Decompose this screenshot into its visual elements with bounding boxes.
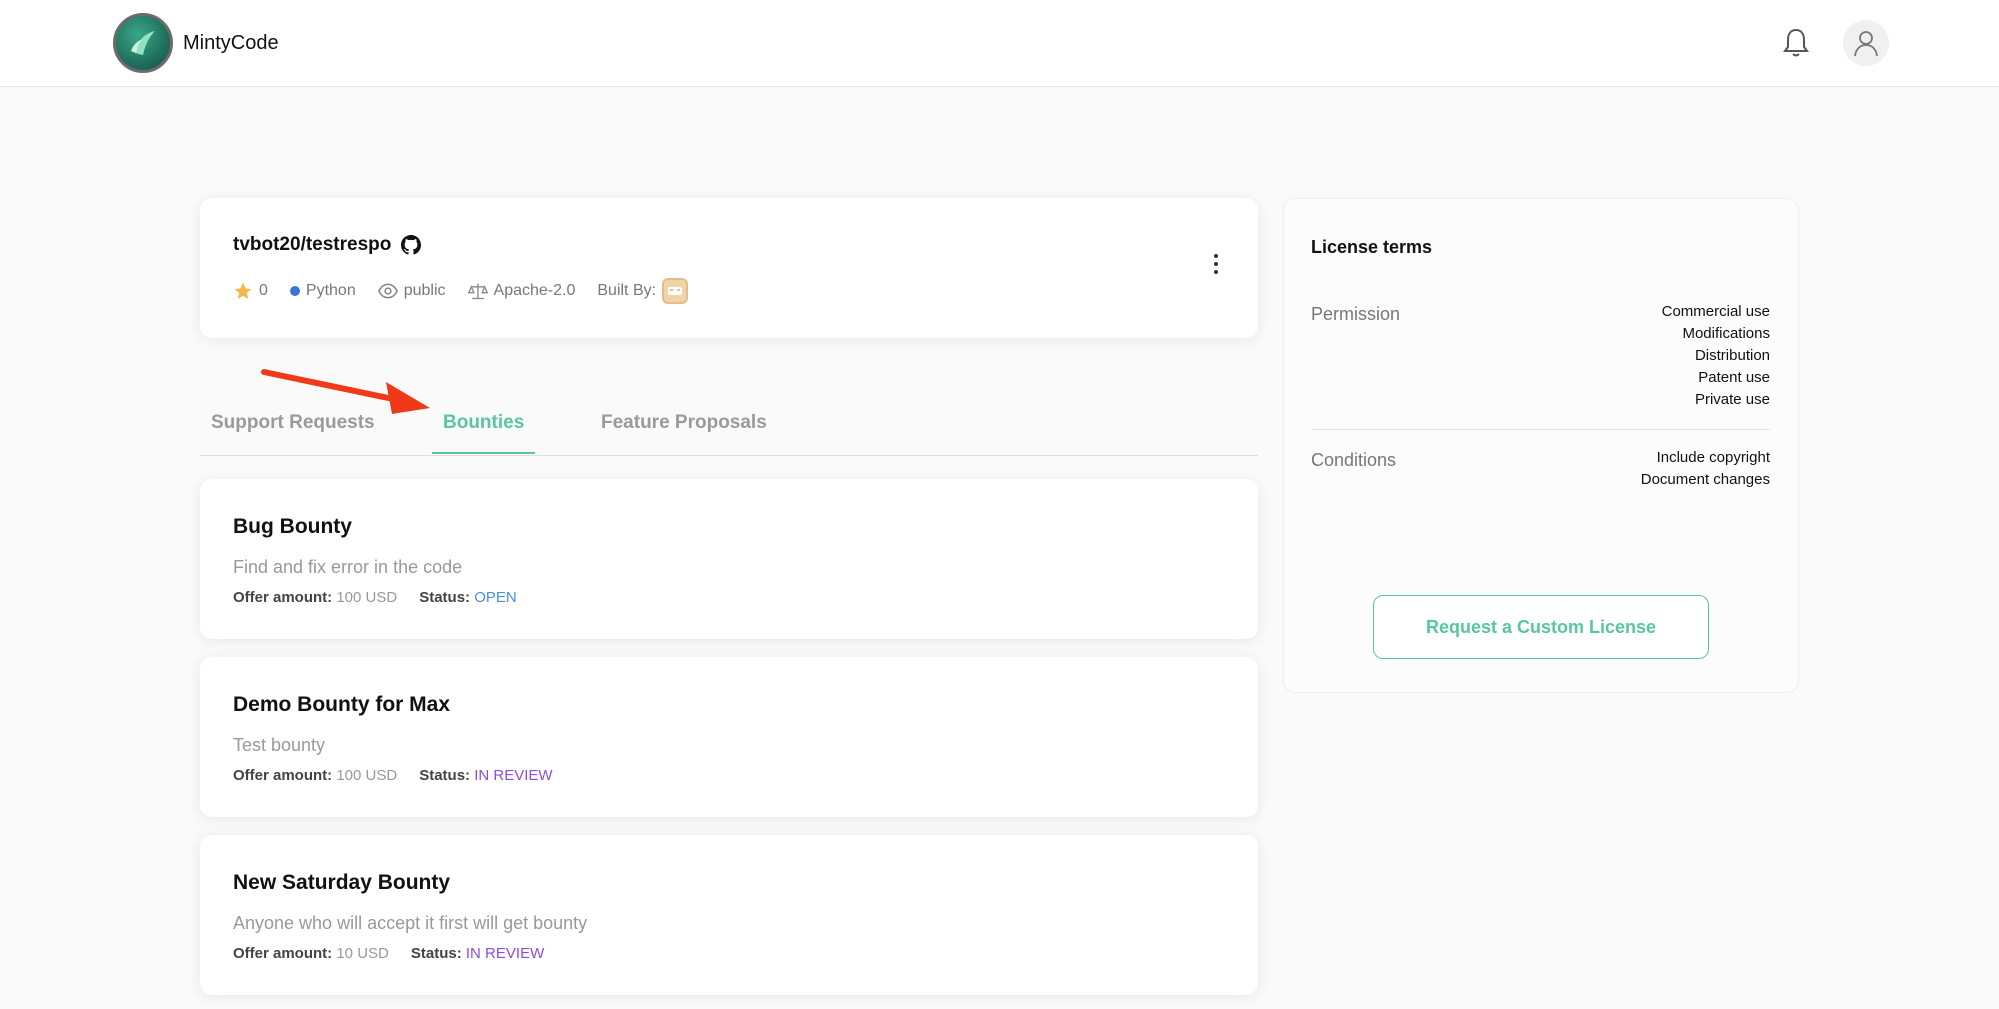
status-badge: IN REVIEW	[474, 767, 553, 784]
status-badge: OPEN	[474, 589, 517, 606]
conditions-label: Conditions	[1311, 450, 1397, 470]
permission-item: Modifications	[1682, 325, 1770, 342]
built-by-label: Built By:	[597, 282, 657, 299]
offer-amount: 10 USD	[336, 945, 389, 962]
bounty-description: Test bounty	[233, 735, 326, 755]
tab-feature-proposals[interactable]: Feature Proposals	[590, 402, 778, 452]
divider	[1311, 429, 1770, 430]
brand[interactable]: MintyCode	[113, 13, 279, 73]
github-icon[interactable]	[401, 235, 422, 255]
offer-amount: 100 USD	[336, 589, 398, 606]
repo-card: tvbot20/testrespo 0 Python public Apache…	[200, 198, 1258, 338]
status-badge: IN REVIEW	[465, 945, 545, 962]
status-label: Status:	[410, 945, 462, 962]
bounty-card[interactable]: New Saturday Bounty Anyone who will acce…	[200, 835, 1258, 995]
permission-item: Patent use	[1698, 369, 1770, 386]
tab-bounties[interactable]: Bounties	[432, 402, 536, 454]
status-label: Status:	[419, 767, 471, 784]
license-meta: Apache-2.0	[467, 281, 576, 301]
scale-icon	[467, 283, 488, 300]
bounty-card[interactable]: Demo Bounty for Max Test bounty Offer am…	[200, 657, 1258, 817]
user-avatar-icon[interactable]	[1843, 20, 1889, 66]
offer-label: Offer amount:	[233, 945, 333, 962]
visibility-label: public	[403, 282, 446, 299]
visibility: public	[377, 281, 446, 301]
repo-name[interactable]: tvbot20/testrespo	[233, 234, 391, 256]
top-header: MintyCode	[0, 0, 1999, 87]
bounty-description: Anyone who will accept it first will get…	[233, 913, 588, 933]
eye-icon	[377, 283, 398, 299]
stars: 0	[233, 281, 268, 301]
condition-item: Include copyright	[1656, 449, 1770, 466]
app-name: MintyCode	[183, 31, 279, 54]
bounty-title[interactable]: New Saturday Bounty	[233, 871, 450, 895]
permission-label: Permission	[1311, 304, 1401, 324]
built-by: Built By:	[597, 278, 689, 304]
annotation-arrow-icon	[261, 369, 430, 414]
permission-item: Commercial use	[1661, 303, 1770, 320]
license-title: License terms	[1311, 237, 1433, 257]
language-label: Python	[305, 282, 356, 299]
repo-meta: 0 Python public Apache-2.0 Built By:	[233, 278, 710, 304]
bounty-meta: Offer amount: 100 USD Status: OPEN	[233, 589, 517, 606]
bounty-card[interactable]: Bug Bounty Find and fix error in the cod…	[200, 479, 1258, 639]
notification-bell-icon[interactable]	[1781, 26, 1811, 58]
offer-label: Offer amount:	[233, 589, 333, 606]
permission-item: Distribution	[1694, 347, 1770, 364]
permission-item: Private use	[1694, 391, 1770, 408]
bounty-title[interactable]: Demo Bounty for Max	[233, 693, 450, 717]
bounty-title[interactable]: Bug Bounty	[233, 515, 352, 539]
repo-title: tvbot20/testrespo	[233, 234, 422, 256]
star-icon	[234, 282, 252, 299]
bounty-meta: Offer amount: 100 USD Status: IN REVIEW	[233, 767, 553, 784]
condition-item: Document changes	[1640, 471, 1770, 488]
bounty-meta: Offer amount: 10 USD Status: IN REVIEW	[233, 945, 544, 962]
offer-label: Offer amount:	[233, 767, 333, 784]
license-card: License terms Permission Commercial use …	[1283, 198, 1799, 693]
request-custom-license-button[interactable]: Request a Custom License	[1373, 595, 1709, 659]
builder-avatar-icon[interactable]	[662, 278, 689, 304]
offer-amount: 100 USD	[336, 767, 398, 784]
permission-list: Commercial use Modifications Distributio…	[1662, 301, 1770, 411]
bounty-description: Find and fix error in the code	[233, 557, 463, 577]
star-count: 0	[259, 282, 268, 299]
language-dot-icon	[289, 286, 300, 296]
more-options-icon[interactable]	[1214, 254, 1218, 274]
language: Python	[289, 282, 356, 300]
conditions-list: Include copyright Document changes	[1641, 447, 1770, 491]
status-label: Status:	[419, 589, 471, 606]
license-label: Apache-2.0	[493, 282, 576, 299]
mintycode-logo-icon	[113, 13, 173, 73]
